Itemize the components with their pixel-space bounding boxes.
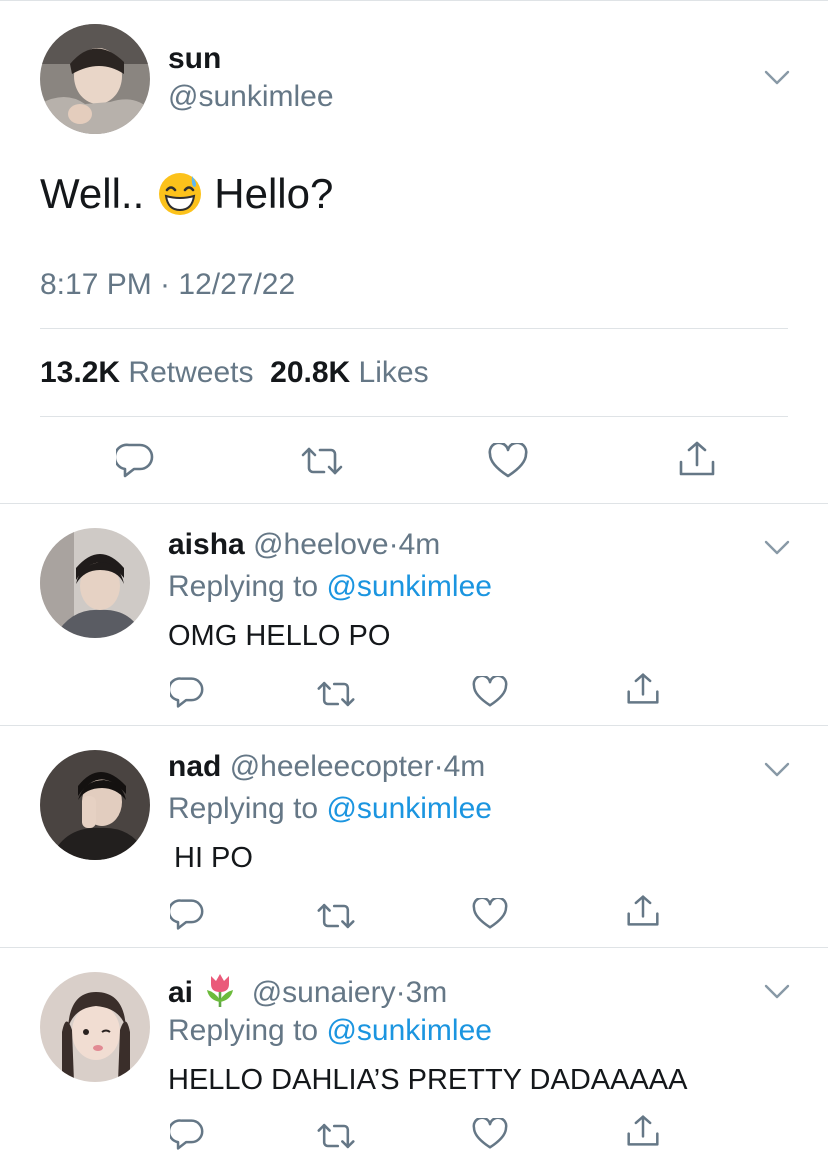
replying-to: Replying to @sunkimlee (168, 1014, 492, 1048)
mention-link[interactable]: @sunkimlee (326, 1014, 492, 1047)
retweet-icon[interactable] (316, 902, 356, 930)
reply-tweet[interactable]: nad @heeleecopter·4m Replying to @sunkim… (0, 726, 828, 948)
tulip-icon (203, 972, 237, 1008)
mention-link[interactable]: @sunkimlee (326, 792, 492, 825)
likes-stat[interactable]: 20.8K Likes (270, 356, 428, 389)
dot-separator: · (433, 750, 444, 783)
reply-time[interactable]: 4m (399, 528, 441, 561)
retweet-icon[interactable] (316, 1122, 356, 1150)
reply-icon[interactable] (170, 1118, 204, 1152)
tweet-timestamp[interactable]: 8:17 PM · 12/27/22 (40, 268, 295, 302)
replying-to-label: Replying to (168, 1014, 319, 1047)
reply-icon[interactable] (170, 676, 204, 710)
like-icon[interactable] (488, 443, 528, 479)
main-tweet: sun @sunkimlee Well.. Hello? 8:17 PM · 1… (0, 0, 828, 504)
reply-tweet[interactable]: ai @sunaiery·3m Replying to @sunkimlee H… (0, 948, 828, 1170)
reply-author-handle[interactable]: @sunaiery (252, 976, 396, 1009)
chevron-down-icon[interactable] (764, 540, 790, 556)
reply-header: ai @sunaiery·3m (168, 972, 447, 1010)
reply-header: nad @heeleecopter·4m (168, 750, 485, 784)
share-icon[interactable] (626, 1114, 660, 1148)
reply-author-handle[interactable]: @heelove (253, 528, 389, 561)
author-handle[interactable]: @sunkimlee (168, 80, 334, 114)
like-icon[interactable] (472, 898, 508, 930)
share-icon[interactable] (626, 672, 660, 706)
reply-author-name[interactable]: nad (168, 750, 221, 783)
avatar[interactable] (40, 528, 150, 638)
retweet-icon[interactable] (300, 446, 344, 476)
chevron-down-icon[interactable] (764, 984, 790, 1000)
reply-icon[interactable] (116, 442, 154, 480)
replying-to: Replying to @sunkimlee (168, 570, 492, 604)
tweet-text: Well.. Hello? (40, 170, 333, 218)
reply-header: aisha @heelove·4m (168, 528, 440, 562)
grinning-face-with-sweat-icon (158, 172, 202, 216)
tweet-stats: 13.2K Retweets 20.8K Likes (40, 356, 429, 390)
like-icon[interactable] (472, 1118, 508, 1150)
reply-time[interactable]: 4m (444, 750, 486, 783)
retweet-icon[interactable] (316, 680, 356, 708)
share-icon[interactable] (626, 894, 660, 928)
chevron-down-icon[interactable] (764, 70, 790, 86)
avatar[interactable] (40, 972, 150, 1082)
author-name[interactable]: sun (168, 42, 221, 76)
reply-author-name[interactable]: ai (168, 976, 193, 1009)
replying-to: Replying to @sunkimlee (168, 792, 492, 826)
reply-author-name[interactable]: aisha (168, 528, 245, 561)
reply-text: HI PO (174, 842, 253, 874)
mention-link[interactable]: @sunkimlee (326, 570, 492, 603)
dot-separator: · (395, 976, 406, 1009)
divider (40, 328, 788, 329)
retweets-stat[interactable]: 13.2K Retweets (40, 356, 253, 389)
replying-to-label: Replying to (168, 792, 319, 825)
reply-icon[interactable] (170, 898, 204, 932)
avatar[interactable] (40, 24, 150, 134)
tweet-text-before: Well.. (40, 170, 145, 217)
dot-separator: · (388, 528, 399, 561)
reply-text: HELLO DAHLIA’S PRETTY DADAAAAA (168, 1064, 688, 1096)
reply-author-handle[interactable]: @heeleecopter (230, 750, 434, 783)
replying-to-label: Replying to (168, 570, 319, 603)
avatar[interactable] (40, 750, 150, 860)
like-icon[interactable] (472, 676, 508, 708)
reply-text: OMG HELLO PO (168, 620, 391, 652)
tweet-text-after: Hello? (214, 170, 334, 217)
reply-time[interactable]: 3m (406, 976, 448, 1009)
reply-tweet[interactable]: aisha @heelove·4m Replying to @sunkimlee… (0, 504, 828, 726)
share-icon[interactable] (678, 440, 716, 478)
chevron-down-icon[interactable] (764, 762, 790, 778)
divider (40, 416, 788, 417)
